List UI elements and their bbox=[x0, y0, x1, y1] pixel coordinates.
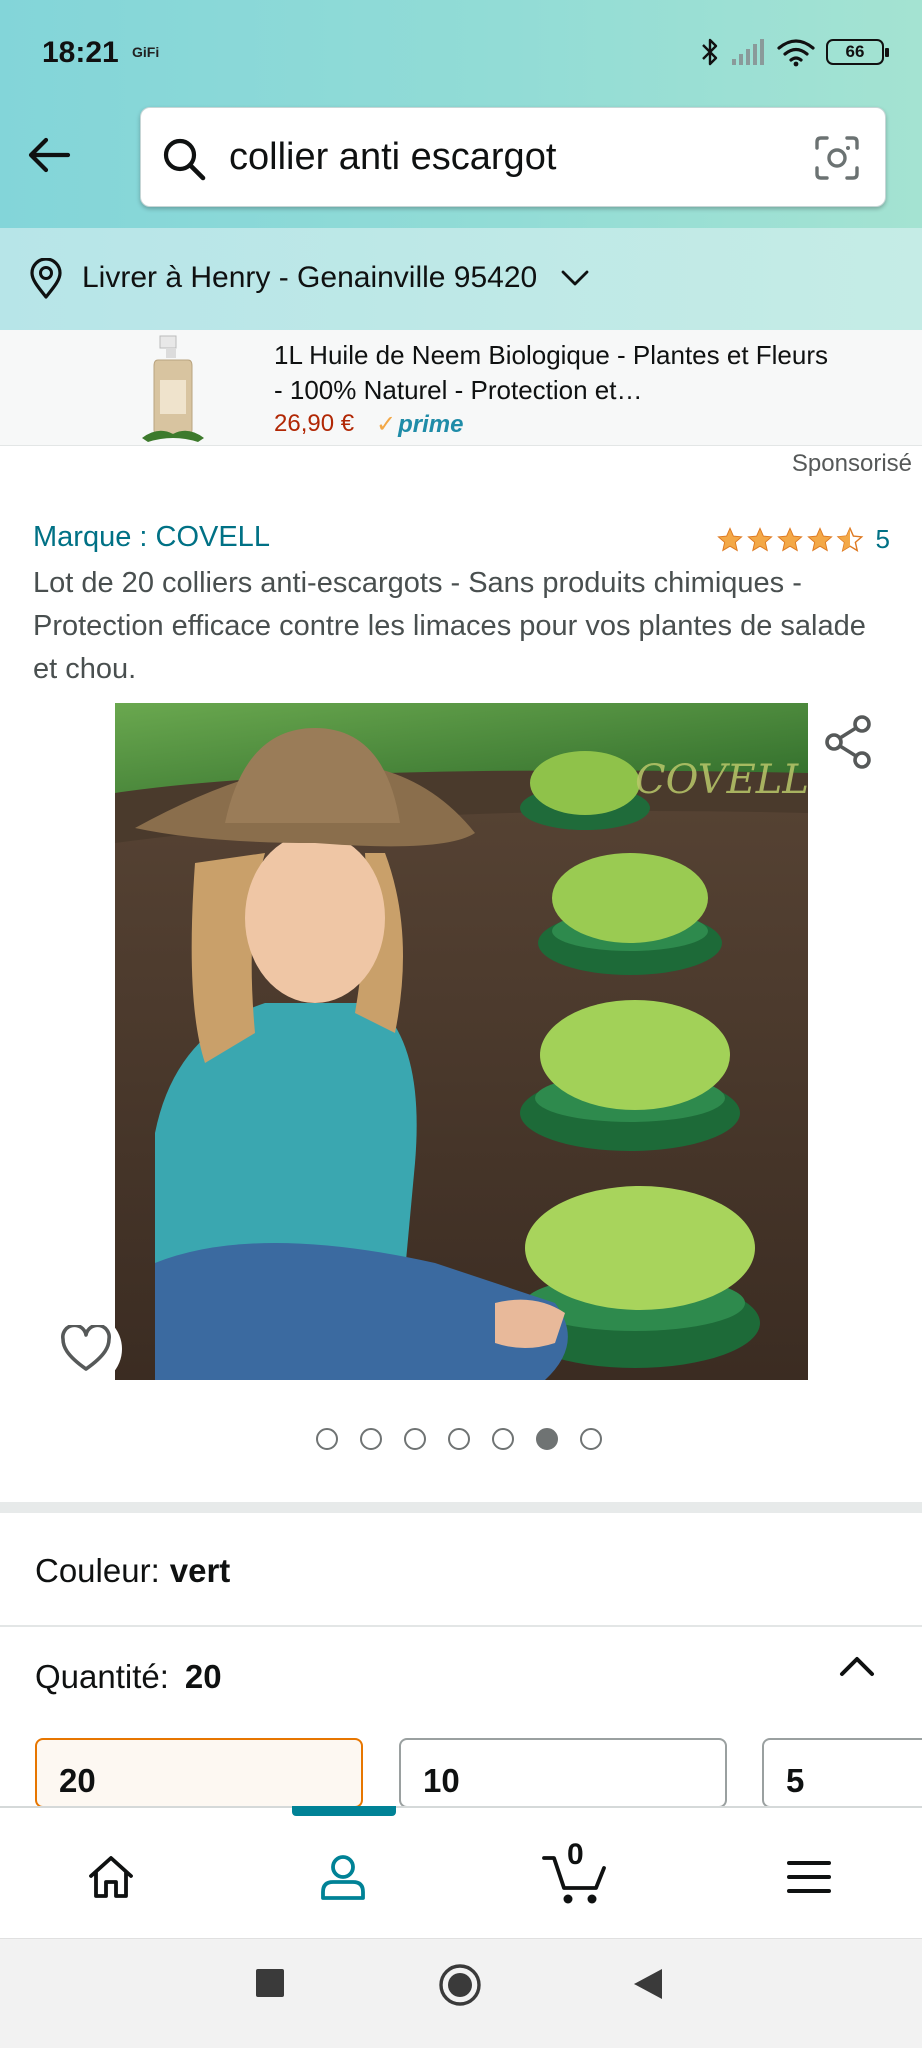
star-half-icon bbox=[836, 526, 863, 552]
wishlist-button[interactable] bbox=[50, 1313, 122, 1385]
chevron-down-icon bbox=[561, 270, 589, 286]
star-full-icon bbox=[746, 526, 773, 551]
nav-account[interactable] bbox=[308, 1842, 378, 1912]
rating-stars[interactable]: 5 bbox=[716, 524, 890, 555]
battery-icon: 66 bbox=[826, 39, 889, 65]
ad-product-title: 1L Huile de Neem Biologique - Plantes et… bbox=[274, 340, 828, 405]
pager-dot[interactable] bbox=[404, 1428, 426, 1450]
system-navigation-bar bbox=[0, 1938, 922, 2048]
back-button[interactable] bbox=[24, 130, 80, 186]
image-watermark: COVELL bbox=[635, 757, 808, 803]
quantity-selector[interactable]: Quantité: 20 bbox=[35, 1658, 222, 1696]
home-circle-icon[interactable] bbox=[438, 1963, 482, 2007]
star-full-icon bbox=[806, 526, 833, 551]
section-divider bbox=[0, 1502, 922, 1513]
quantity-option[interactable]: 5 bbox=[762, 1738, 922, 1808]
cart-count: 0 bbox=[567, 1838, 584, 1871]
delivery-location-bar[interactable]: Livrer à Henry - Genainville 95420 bbox=[0, 228, 922, 330]
back-triangle-icon[interactable] bbox=[632, 1967, 664, 2001]
camera-search-icon[interactable] bbox=[813, 134, 861, 182]
quantity-value: 20 bbox=[184, 1658, 222, 1695]
status-bar: 18:21 GiFi 66 bbox=[0, 0, 922, 110]
product-photo-illustration: COVELL bbox=[115, 703, 808, 1380]
location-pin-icon bbox=[30, 258, 62, 299]
bluetooth-icon bbox=[702, 38, 718, 66]
product-title: Lot de 20 colliers anti-escargots - Sans… bbox=[33, 567, 866, 685]
account-icon bbox=[321, 1855, 365, 1900]
share-button[interactable] bbox=[822, 714, 874, 775]
chevron-up-icon[interactable] bbox=[838, 1654, 876, 1680]
ad-product-image bbox=[142, 335, 204, 442]
recent-apps-icon[interactable] bbox=[254, 1967, 286, 1999]
pager-dot[interactable] bbox=[536, 1428, 558, 1450]
heart-icon bbox=[61, 1325, 111, 1371]
product-image[interactable]: COVELL bbox=[115, 703, 808, 1380]
app-header: 18:21 GiFi 66 collier anti escargot bbox=[0, 0, 922, 228]
status-time: 18:21 bbox=[42, 36, 119, 69]
star-full-icon bbox=[776, 526, 803, 551]
back-arrow-icon bbox=[28, 137, 71, 173]
color-value: vert bbox=[169, 1552, 231, 1589]
ad-price: 26,90 € bbox=[274, 410, 355, 437]
color-selector: Couleur: vert bbox=[35, 1552, 230, 1590]
sponsored-label[interactable]: Sponsorisé bbox=[792, 450, 912, 478]
search-query: collier anti escargot bbox=[229, 136, 557, 178]
home-icon bbox=[89, 1856, 133, 1898]
battery-level: 66 bbox=[845, 42, 865, 61]
quantity-option[interactable]: 20 bbox=[35, 1738, 363, 1808]
nav-menu[interactable] bbox=[774, 1842, 844, 1912]
nav-home[interactable] bbox=[76, 1842, 146, 1912]
bottom-navigation: 0 bbox=[0, 1806, 922, 1938]
delivery-address: Livrer à Henry - Genainville 95420 bbox=[82, 261, 538, 294]
pager-dot[interactable] bbox=[316, 1428, 338, 1450]
quantity-label: Quantité: bbox=[35, 1658, 169, 1695]
share-icon bbox=[825, 715, 871, 769]
star-full-icon bbox=[716, 526, 743, 551]
image-pager[interactable] bbox=[316, 1428, 602, 1450]
pager-dot[interactable] bbox=[492, 1428, 514, 1450]
quantity-option[interactable]: 10 bbox=[399, 1738, 727, 1808]
pager-dot[interactable] bbox=[360, 1428, 382, 1450]
notification-app-icon: GiFi bbox=[132, 44, 160, 60]
nav-cart[interactable]: 0 bbox=[540, 1838, 610, 1912]
search-icon bbox=[163, 138, 206, 181]
pager-dot[interactable] bbox=[448, 1428, 470, 1450]
signal-icon bbox=[732, 39, 764, 65]
pager-dot[interactable] bbox=[580, 1428, 602, 1450]
search-input[interactable]: collier anti escargot bbox=[140, 107, 886, 207]
color-label: Couleur: bbox=[35, 1552, 160, 1589]
wifi-icon bbox=[777, 39, 815, 67]
active-tab-indicator bbox=[292, 1806, 396, 1816]
prime-label: prime bbox=[398, 411, 464, 438]
prime-check-icon: ✓ bbox=[376, 411, 397, 438]
status-icons: 66 bbox=[700, 36, 889, 68]
menu-icon bbox=[787, 1861, 831, 1893]
rating-count: 5 bbox=[875, 524, 890, 554]
divider bbox=[0, 1625, 922, 1627]
brand-link[interactable]: Marque : COVELL bbox=[33, 521, 270, 554]
prime-badge: ✓prime bbox=[376, 410, 463, 439]
sponsored-product-banner[interactable]: 1L Huile de Neem Biologique - Plantes et… bbox=[0, 330, 922, 446]
